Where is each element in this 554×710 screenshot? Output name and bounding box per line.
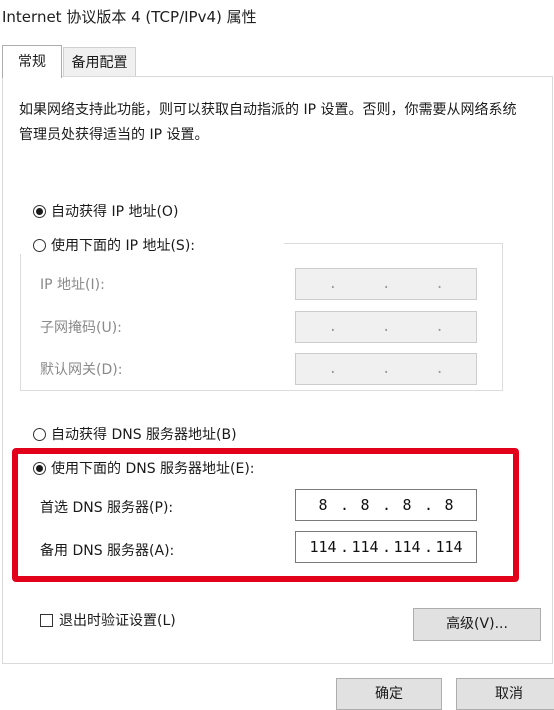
subnet-mask-input[interactable]: . . . [295, 311, 477, 343]
auto-dns-radio[interactable] [33, 427, 46, 441]
advanced-button[interactable]: 高级(V)... [413, 608, 541, 641]
tab-general[interactable]: 常规 [2, 45, 62, 78]
manual-dns-option[interactable]: 使用下面的 DNS 服务器地址(E): [33, 458, 259, 478]
cancel-button[interactable]: 取消 [456, 678, 554, 710]
ip-group-border-right [502, 243, 503, 390]
subnet-mask-label: 子网掩码(U): [40, 320, 122, 336]
ok-button[interactable]: 确定 [336, 678, 442, 710]
window-title: Internet 协议版本 4 (TCP/IPv4) 属性 [2, 8, 257, 26]
manual-dns-radio[interactable] [33, 461, 46, 475]
ip-address-input[interactable]: . . . [295, 268, 477, 300]
default-gateway-label: 默认网关(D): [40, 362, 123, 378]
ip-address-label: IP 地址(I): [40, 277, 105, 293]
ip-group-border-bottom [20, 390, 503, 391]
manual-ip-label: 使用下面的 IP 地址(S): [51, 238, 195, 254]
default-gateway-input[interactable]: . . . [295, 353, 477, 385]
validate-on-exit-checkbox[interactable] [40, 613, 53, 627]
auto-ip-option[interactable]: 自动获得 IP 地址(O) [33, 201, 178, 221]
manual-dns-label: 使用下面的 DNS 服务器地址(E): [51, 461, 255, 477]
auto-dns-option[interactable]: 自动获得 DNS 服务器地址(B) [33, 424, 237, 444]
auto-dns-label: 自动获得 DNS 服务器地址(B) [51, 427, 237, 443]
auto-ip-radio[interactable] [33, 204, 46, 218]
manual-ip-radio[interactable] [33, 238, 46, 252]
auto-ip-label: 自动获得 IP 地址(O) [51, 204, 179, 220]
ip-group-border-top [284, 243, 503, 244]
manual-ip-option[interactable]: 使用下面的 IP 地址(S): [33, 235, 199, 255]
ip-group-border-left [20, 254, 21, 390]
tab-alternate-config[interactable]: 备用配置 [63, 47, 136, 77]
validate-on-exit-option[interactable]: 退出时验证设置(L) [40, 610, 176, 630]
description-text: 如果网络支持此功能，则可以获取自动指派的 IP 设置。否则，你需要从网络系统管理… [19, 102, 517, 143]
validate-on-exit-label: 退出时验证设置(L) [59, 613, 176, 629]
